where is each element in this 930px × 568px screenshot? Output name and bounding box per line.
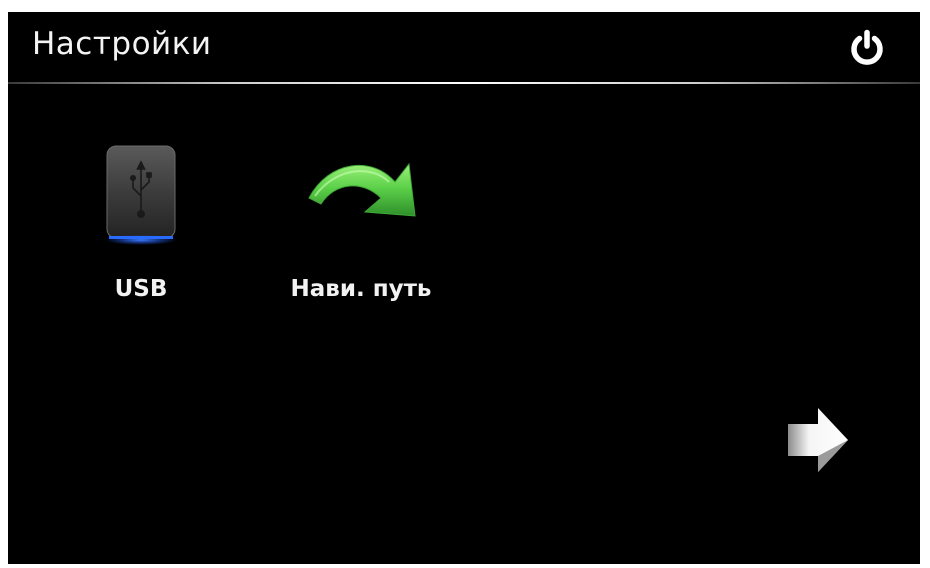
nav-route-tile[interactable]: Нави. путь bbox=[266, 140, 456, 310]
next-page-button[interactable] bbox=[782, 398, 852, 482]
header-divider bbox=[8, 82, 920, 84]
page-title: Настройки bbox=[32, 26, 212, 62]
header-bar: Настройки bbox=[8, 12, 920, 82]
green-curved-arrow-icon bbox=[308, 162, 416, 217]
usb-label: USB bbox=[114, 276, 168, 302]
usb-drive-icon bbox=[105, 145, 177, 245]
usb-tile[interactable]: USB bbox=[68, 140, 214, 310]
power-icon bbox=[851, 29, 883, 65]
nav-route-label: Нави. путь bbox=[290, 276, 432, 302]
next-page-arrow-icon bbox=[788, 408, 848, 472]
power-button[interactable] bbox=[848, 29, 886, 67]
settings-screen: Настройки USB Нави. путь bbox=[8, 12, 920, 564]
